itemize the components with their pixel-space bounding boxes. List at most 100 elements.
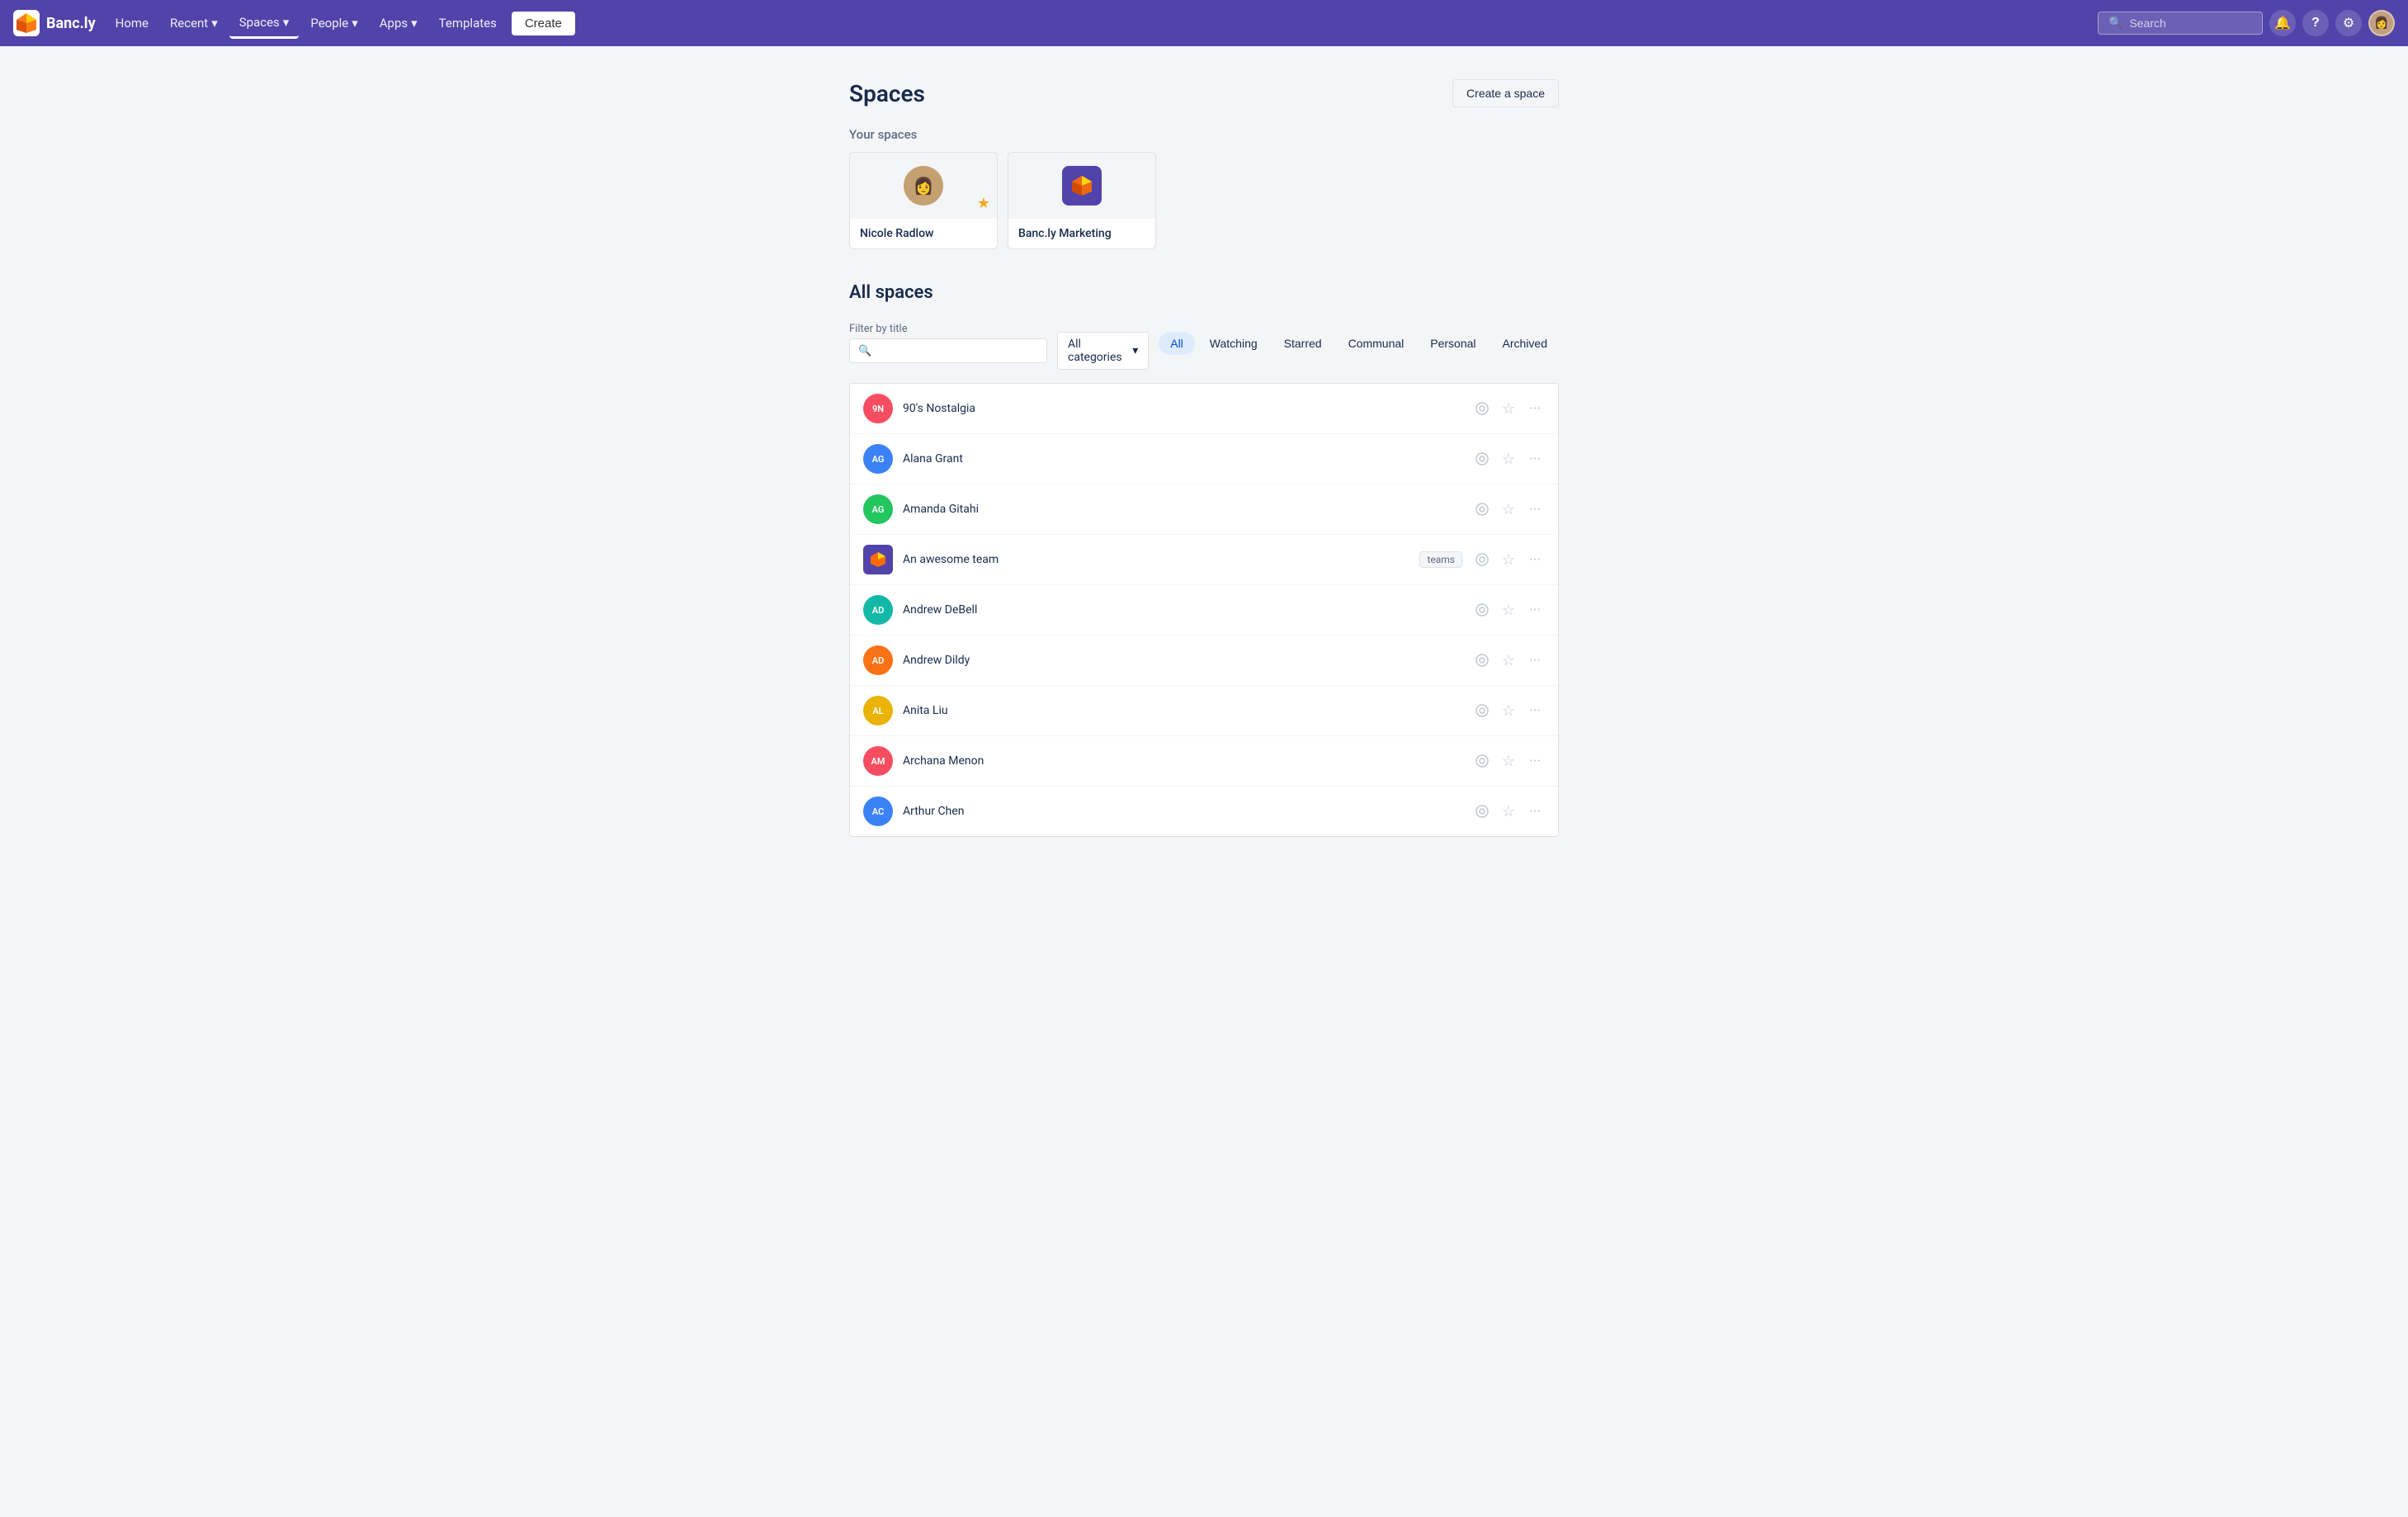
your-spaces-grid: 👩 ★ Nicole Radlow Ba <box>849 152 1559 249</box>
more-icon[interactable]: ··· <box>1525 650 1545 670</box>
space-row[interactable]: AD Andrew Dildy ☆ ··· <box>850 636 1558 686</box>
category-select[interactable]: All categories ▾ <box>1057 332 1149 370</box>
space-row[interactable]: AC Arthur Chen ☆ ··· <box>850 787 1558 836</box>
watch-icon[interactable] <box>1472 650 1492 670</box>
filter-search[interactable]: 🔍 <box>849 338 1047 363</box>
more-icon[interactable]: ··· <box>1525 801 1545 821</box>
spaces-list: 9N 90's Nostalgia ☆ ··· AG Alana Grant <box>849 383 1559 837</box>
nav-templates[interactable]: Templates <box>429 9 507 37</box>
all-spaces-title: All spaces <box>849 282 1559 303</box>
space-name: Arthur Chen <box>903 805 1462 818</box>
more-icon[interactable]: ··· <box>1525 550 1545 569</box>
star-icon[interactable]: ☆ <box>1499 801 1518 821</box>
nav-spaces[interactable]: Spaces ▾ <box>229 8 300 39</box>
space-row[interactable]: AM Archana Menon ☆ ··· <box>850 736 1558 787</box>
space-avatar: AM <box>863 746 893 776</box>
star-icon[interactable]: ☆ <box>1499 701 1518 721</box>
space-row-actions: ☆ ··· <box>1472 801 1545 821</box>
space-row[interactable]: AG Amanda Gitahi ☆ ··· <box>850 484 1558 535</box>
space-card-avatar: 👩 <box>904 166 943 206</box>
filter-group: Filter by title 🔍 <box>849 323 1047 363</box>
nav-recent[interactable]: Recent ▾ <box>160 9 228 37</box>
watch-icon[interactable] <box>1472 550 1492 569</box>
watch-icon[interactable] <box>1472 449 1492 469</box>
settings-button[interactable]: ⚙ <box>2335 10 2362 36</box>
brand-logo[interactable]: Banc.ly <box>13 10 96 36</box>
space-row-actions: ☆ ··· <box>1472 499 1545 519</box>
help-button[interactable]: ? <box>2302 10 2329 36</box>
create-button[interactable]: Create <box>512 12 575 35</box>
tab-starred[interactable]: Starred <box>1272 332 1334 355</box>
gear-icon: ⚙ <box>2343 15 2354 31</box>
space-avatar: AD <box>863 645 893 675</box>
space-name: Alana Grant <box>903 452 1462 465</box>
user-avatar[interactable]: 👩 <box>2368 10 2395 36</box>
tab-archived[interactable]: Archived <box>1491 332 1559 355</box>
star-icon[interactable]: ☆ <box>1499 550 1518 569</box>
space-row[interactable]: AG Alana Grant ☆ ··· <box>850 434 1558 484</box>
space-card-name: Nicole Radlow <box>850 219 997 248</box>
watch-icon[interactable] <box>1472 801 1492 821</box>
space-avatar: AL <box>863 696 893 725</box>
page-title: Spaces <box>849 80 925 107</box>
more-icon[interactable]: ··· <box>1525 751 1545 771</box>
space-avatar <box>863 545 893 574</box>
watch-icon[interactable] <box>1472 701 1492 721</box>
page-content: Spaces Create a space Your spaces 👩 ★ Ni… <box>833 46 1575 870</box>
chevron-down-icon: ▾ <box>283 15 290 30</box>
search-box[interactable]: 🔍 <box>2098 12 2263 35</box>
nav-home[interactable]: Home <box>106 9 158 37</box>
star-icon[interactable]: ☆ <box>1499 449 1518 469</box>
more-icon[interactable]: ··· <box>1525 499 1545 519</box>
page-header: Spaces Create a space <box>849 79 1559 107</box>
create-space-button[interactable]: Create a space <box>1452 79 1559 107</box>
space-name: Archana Menon <box>903 754 1462 768</box>
watch-icon[interactable] <box>1472 751 1492 771</box>
filter-row: Filter by title 🔍 All categories ▾ All W… <box>849 316 1559 370</box>
space-row[interactable]: AD Andrew DeBell ☆ ··· <box>850 585 1558 636</box>
filter-input[interactable] <box>876 344 1038 357</box>
nav-apps[interactable]: Apps ▾ <box>370 9 427 37</box>
space-card-header <box>1008 153 1155 219</box>
chevron-down-icon: ▾ <box>1132 344 1138 357</box>
chevron-down-icon: ▾ <box>411 16 418 31</box>
watch-icon[interactable] <box>1472 600 1492 620</box>
space-name: Anita Liu <box>903 704 1462 717</box>
more-icon[interactable]: ··· <box>1525 701 1545 721</box>
watch-icon[interactable] <box>1472 499 1492 519</box>
search-input[interactable] <box>2129 17 2252 30</box>
star-icon[interactable]: ☆ <box>1499 600 1518 620</box>
tab-watching[interactable]: Watching <box>1198 332 1269 355</box>
notification-button[interactable]: 🔔 <box>2269 10 2296 36</box>
star-icon[interactable]: ☆ <box>1499 399 1518 418</box>
space-card-bancly-marketing[interactable]: Banc.ly Marketing <box>1008 152 1156 249</box>
more-icon[interactable]: ··· <box>1525 399 1545 418</box>
space-row[interactable]: AL Anita Liu ☆ ··· <box>850 686 1558 736</box>
space-avatar: AD <box>863 595 893 625</box>
space-tag: teams <box>1419 551 1462 568</box>
bell-icon: 🔔 <box>2274 15 2291 31</box>
space-name: Andrew Dildy <box>903 654 1462 667</box>
tab-personal[interactable]: Personal <box>1419 332 1487 355</box>
search-icon: 🔍 <box>2108 17 2122 30</box>
space-row-actions: ☆ ··· <box>1472 449 1545 469</box>
more-icon[interactable]: ··· <box>1525 600 1545 620</box>
filter-category-label <box>1057 316 1149 328</box>
more-icon[interactable]: ··· <box>1525 449 1545 469</box>
star-icon[interactable]: ☆ <box>1499 499 1518 519</box>
space-card-name: Banc.ly Marketing <box>1008 219 1155 248</box>
chevron-down-icon: ▾ <box>211 16 218 31</box>
tab-communal[interactable]: Communal <box>1337 332 1416 355</box>
nav-links: Home Recent ▾ Spaces ▾ People ▾ Apps ▾ T… <box>106 8 575 39</box>
star-icon[interactable]: ☆ <box>1499 751 1518 771</box>
star-icon: ★ <box>977 195 990 212</box>
space-row[interactable]: 9N 90's Nostalgia ☆ ··· <box>850 384 1558 434</box>
watch-icon[interactable] <box>1472 399 1492 418</box>
space-card-header: 👩 ★ <box>850 153 997 219</box>
nav-people[interactable]: People ▾ <box>300 9 367 37</box>
space-row[interactable]: An awesome team teams ☆ ··· <box>850 535 1558 585</box>
category-label: All categories <box>1068 338 1127 364</box>
tab-all[interactable]: All <box>1159 332 1195 355</box>
star-icon[interactable]: ☆ <box>1499 650 1518 670</box>
space-card-nicole[interactable]: 👩 ★ Nicole Radlow <box>849 152 998 249</box>
